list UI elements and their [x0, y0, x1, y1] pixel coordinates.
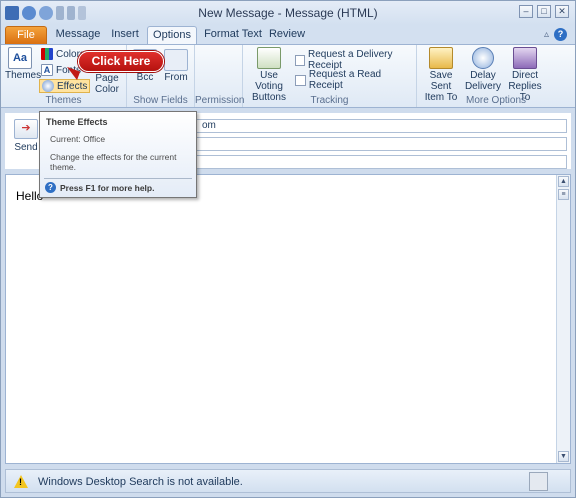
title-bar: New Message - Message (HTML) – □ ✕ [1, 1, 575, 25]
from-icon [164, 49, 188, 71]
status-text: Windows Desktop Search is not available. [38, 476, 243, 488]
message-body[interactable]: Hello ▲ ≡ ▼ [5, 174, 571, 464]
theme-effects-tooltip: Theme Effects Current: Office Change the… [39, 111, 197, 198]
read-receipt-checkbox[interactable]: Request a Read Receipt [295, 69, 416, 91]
tab-review[interactable]: Review [267, 26, 307, 44]
group-label-more-options: More Options [465, 95, 527, 106]
tab-file[interactable]: File [5, 26, 47, 44]
window-controls: – □ ✕ [519, 5, 569, 18]
minimize-button[interactable]: – [519, 5, 533, 18]
scroll-down-icon[interactable]: ▼ [558, 451, 569, 462]
warning-icon [14, 475, 28, 488]
effects-button[interactable]: Effects [39, 79, 91, 93]
group-tracking: Use Voting Buttons Request a Delivery Re… [243, 45, 417, 107]
delay-delivery-button[interactable]: Delay Delivery [463, 47, 503, 92]
window-title: New Message - Message (HTML) [198, 6, 378, 20]
scroll-up-icon[interactable]: ▲ [558, 176, 569, 187]
tab-format-text[interactable]: Format Text [201, 26, 265, 44]
effects-icon [42, 80, 54, 92]
voting-icon [257, 47, 281, 69]
tooltip-current: Current: Office [50, 134, 106, 144]
status-bar: Windows Desktop Search is not available. [5, 469, 571, 493]
help-icon[interactable]: ? [554, 28, 567, 41]
delivery-receipt-checkbox[interactable]: Request a Delivery Receipt [295, 49, 416, 71]
colors-icon [41, 48, 53, 60]
collapse-ribbon-icon[interactable]: ▵ [544, 29, 549, 40]
ribbon-help-area: ▵ ? [544, 28, 567, 41]
from-button[interactable]: From [161, 49, 191, 83]
tooltip-divider [44, 178, 192, 179]
people-pane-icon[interactable] [529, 472, 548, 491]
save-sent-folder-icon [429, 47, 453, 69]
ruler-toggle-icon[interactable]: ≡ [558, 189, 569, 200]
delivery-receipt-check-icon[interactable] [295, 54, 306, 66]
help-icon: ? [45, 182, 56, 193]
send-button[interactable]: ➔ Send [11, 117, 41, 161]
direct-replies-icon [513, 47, 537, 69]
tooltip-description: Change the effects for the current theme… [50, 152, 177, 172]
send-icon: ➔ [14, 119, 38, 139]
group-label-show-fields: Show Fields [133, 95, 188, 106]
group-label-permission: Permission [195, 95, 245, 106]
fonts-icon: A [41, 64, 53, 76]
read-receipt-check-icon[interactable] [295, 74, 306, 86]
page-color-button[interactable]: Page Color [89, 73, 125, 95]
tab-message[interactable]: Message [53, 26, 103, 44]
tab-insert[interactable]: Insert [105, 26, 145, 44]
themes-icon: Aa [8, 47, 32, 69]
group-permission: Permission [195, 45, 245, 107]
group-label-tracking: Tracking [310, 95, 349, 106]
close-button[interactable]: ✕ [555, 5, 569, 18]
tooltip-help: ? Press F1 for more help. [45, 182, 154, 193]
tooltip-title: Theme Effects [46, 117, 108, 127]
group-more-options: Save Sent Item To Delay Delivery Direct … [417, 45, 575, 107]
ribbon-tabs: File Message Insert Options Format Text … [1, 25, 575, 44]
themes-button[interactable]: Aa Themes [5, 47, 41, 81]
group-label-themes: Themes [45, 95, 82, 106]
delay-delivery-icon [472, 47, 494, 69]
tab-options[interactable]: Options [147, 26, 197, 44]
vertical-scrollbar[interactable]: ▲ ≡ ▼ [556, 175, 570, 463]
outlook-message-window: New Message - Message (HTML) – □ ✕ File … [0, 0, 576, 498]
maximize-button[interactable]: □ [537, 5, 551, 18]
click-here-callout: Click Here [78, 51, 164, 72]
